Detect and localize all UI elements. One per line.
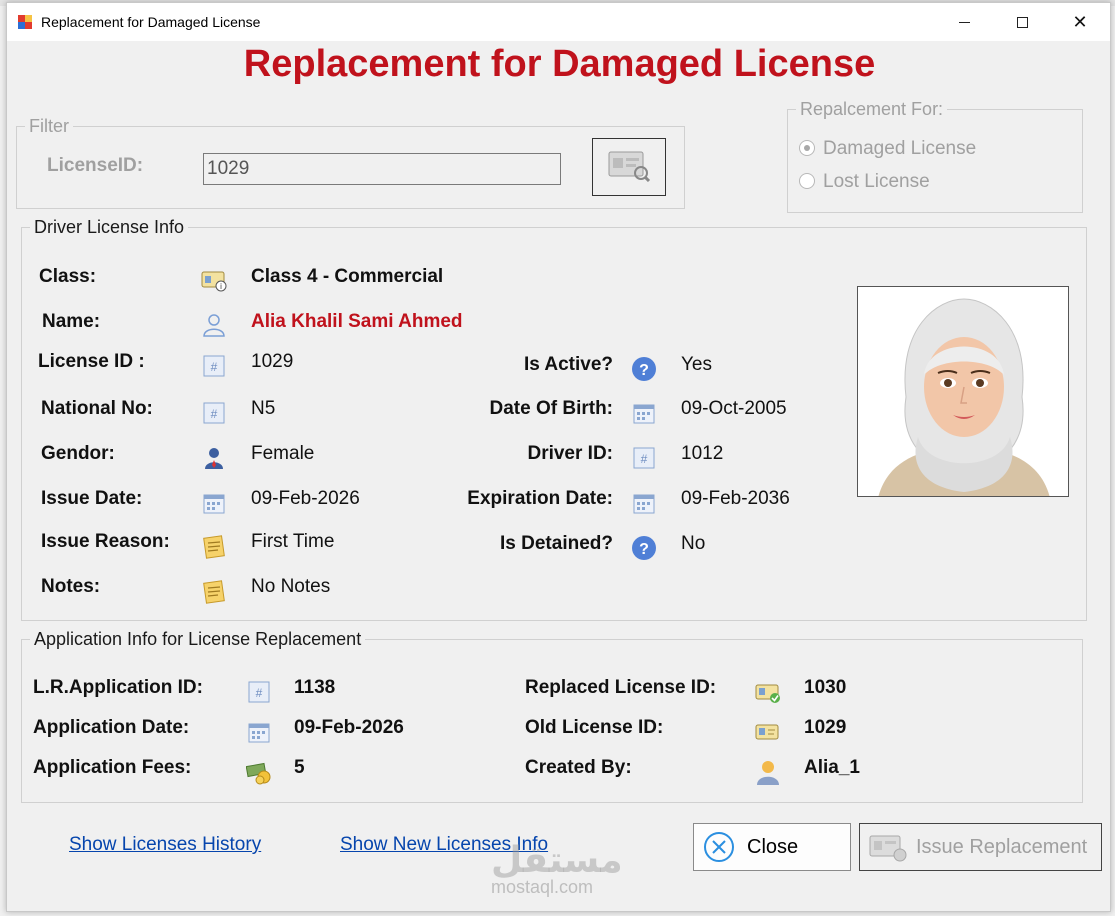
- old-license-id-value: 1029: [804, 717, 847, 738]
- replaced-license-icon: [755, 679, 781, 705]
- is-detained-label: Is Detained?: [500, 533, 613, 554]
- date-of-birth-value: 09-Oct-2005: [681, 398, 787, 419]
- license-class-icon: i: [201, 267, 227, 293]
- name-label: Name:: [42, 311, 101, 332]
- application-id-icon: #: [246, 679, 272, 705]
- license-id-filter-label: LicenseID:: [47, 155, 144, 176]
- driver-photo: [857, 286, 1069, 497]
- application-date-label: Application Date:: [33, 717, 190, 738]
- calendar-icon: [201, 490, 227, 516]
- issue-reason-value: First Time: [251, 531, 335, 552]
- replaced-license-id-label: Replaced License ID:: [525, 677, 717, 698]
- svg-text:#: #: [256, 686, 263, 700]
- notes-label: Notes:: [41, 576, 101, 597]
- lost-license-label: Lost License: [823, 171, 930, 192]
- issue-date-value: 09-Feb-2026: [251, 488, 360, 509]
- watermark-text: mostaql.com: [491, 877, 594, 897]
- is-detained-value: No: [681, 533, 706, 554]
- window-title: Replacement for Damaged License: [41, 14, 261, 30]
- show-licenses-history-link[interactable]: Show Licenses History: [69, 834, 261, 856]
- person-outline-icon: [201, 312, 227, 338]
- maximize-icon: [1016, 16, 1028, 28]
- damaged-license-radio[interactable]: [799, 140, 815, 156]
- old-license-id-label: Old License ID:: [525, 717, 664, 738]
- issue-date-label: Issue Date:: [41, 488, 143, 509]
- notes-value: No Notes: [251, 576, 331, 597]
- svg-text:?: ?: [639, 541, 649, 558]
- title-bar: Replacement for Damaged License ✕: [7, 3, 1110, 41]
- created-by-label: Created By:: [525, 757, 632, 778]
- question-icon: ?: [631, 356, 657, 382]
- created-by-value: Alia_1: [804, 757, 860, 778]
- maximize-button[interactable]: [993, 3, 1051, 41]
- class-label: Class:: [39, 266, 97, 287]
- application-fees-value: 5: [294, 757, 305, 778]
- filter-legend: Filter: [29, 116, 69, 136]
- lr-application-id-value: 1138: [294, 677, 336, 698]
- lost-license-radio[interactable]: [799, 173, 815, 189]
- app-icon: [17, 14, 33, 30]
- replacement-for-legend: Repalcement For:: [800, 99, 944, 119]
- issue-replacement-label: Issue Replacement: [916, 835, 1088, 858]
- date-of-birth-label: Date Of Birth:: [489, 398, 614, 419]
- issue-license-icon: [868, 831, 908, 863]
- notepad-icon: [201, 533, 227, 559]
- application-date-value: 09-Feb-2026: [294, 717, 404, 738]
- user-icon: [755, 759, 781, 785]
- svg-text:#: #: [211, 407, 218, 421]
- gender-value: Female: [251, 443, 315, 464]
- license-id-value: 1029: [251, 351, 294, 372]
- minimize-button[interactable]: [935, 3, 993, 41]
- close-icon: ✕: [1072, 11, 1088, 32]
- replaced-license-id-value: 1030: [804, 677, 847, 698]
- detained-question-icon: ?: [631, 535, 657, 561]
- driver-license-info-legend: Driver License Info: [34, 217, 185, 237]
- issue-replacement-button[interactable]: Issue Replacement: [859, 823, 1102, 871]
- application-info-legend: Application Info for License Replacement: [34, 629, 362, 649]
- is-active-label: Is Active?: [523, 354, 613, 375]
- page-title: Replacement for Damaged License: [243, 43, 876, 85]
- expiration-date-value: 09-Feb-2036: [681, 488, 790, 509]
- id-number-icon: #: [201, 353, 227, 379]
- search-license-button[interactable]: [592, 138, 666, 196]
- close-circle-icon: [703, 831, 735, 863]
- damaged-license-label: Damaged License: [823, 138, 977, 159]
- expiration-calendar-icon: [631, 490, 657, 516]
- gender-label: Gendor:: [41, 443, 115, 464]
- driver-id-label: Driver ID:: [527, 443, 613, 464]
- money-icon: [246, 759, 272, 785]
- is-active-value: Yes: [681, 354, 712, 375]
- svg-text:?: ?: [639, 362, 649, 379]
- driver-id-icon: #: [631, 445, 657, 471]
- license-id-label: License ID :: [38, 351, 145, 372]
- minimize-icon: [958, 21, 970, 23]
- license-id-input[interactable]: [203, 153, 561, 185]
- svg-text:#: #: [641, 452, 648, 466]
- svg-text:i: i: [220, 282, 222, 291]
- class-value: Class 4 - Commercial: [251, 266, 444, 287]
- birth-calendar-icon: [631, 400, 657, 426]
- application-fees-label: Application Fees:: [33, 757, 192, 778]
- close-button[interactable]: Close: [693, 823, 851, 871]
- application-date-icon: [246, 719, 272, 745]
- national-no-value: N5: [251, 398, 276, 419]
- watermark-arabic: مستقل: [491, 839, 623, 880]
- issue-reason-label: Issue Reason:: [41, 531, 170, 552]
- name-value: Alia Khalil Sami Ahmed: [251, 311, 463, 332]
- svg-text:#: #: [211, 360, 218, 374]
- driver-id-value: 1012: [681, 443, 724, 464]
- notes-icon: [201, 578, 227, 604]
- national-no-icon: #: [201, 400, 227, 426]
- dialog-window: Replacement for Damaged License ✕ Replac…: [6, 2, 1111, 912]
- expiration-date-label: Expiration Date:: [467, 488, 613, 509]
- close-button-label: Close: [747, 835, 799, 858]
- close-window-button[interactable]: ✕: [1051, 3, 1109, 41]
- old-license-icon: [755, 719, 781, 745]
- gender-person-icon: [201, 445, 227, 471]
- national-no-label: National No:: [41, 398, 153, 419]
- lr-application-id-label: L.R.Application ID:: [33, 677, 203, 698]
- license-search-icon: [607, 148, 651, 187]
